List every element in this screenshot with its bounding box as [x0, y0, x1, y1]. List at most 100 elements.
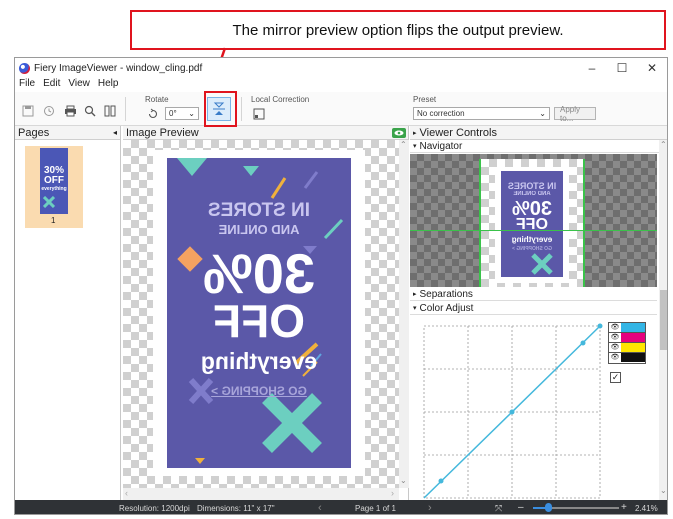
maximize-button[interactable]: ☐ — [607, 58, 637, 78]
menu-file[interactable]: File — [19, 78, 35, 92]
title-bar: Fiery ImageViewer - window_cling.pdf — [15, 58, 667, 78]
navigator-page: IN STORES AND ONLINE 30% OFF everything … — [495, 167, 569, 283]
navigator-viewport-frame: IN STORES AND ONLINE 30% OFF everything … — [479, 159, 585, 287]
minimize-button[interactable]: – — [577, 58, 607, 78]
close-button[interactable]: ✕ — [637, 58, 667, 78]
resolution-text: Resolution: 1200dpi — [119, 504, 190, 513]
channel-cyan[interactable]: 👁 — [609, 323, 645, 333]
image-preview-panel: Image Preview IN STORES AND ONLINE 30% O… — [123, 126, 409, 500]
rotate-icon[interactable] — [146, 107, 160, 121]
dimensions-text: Dimensions: 11" x 17" — [197, 504, 275, 513]
window-controls: – ☐ ✕ — [577, 58, 667, 78]
eye-icon: 👁 — [610, 334, 620, 341]
thumbnail-poster: 30% OFF everything — [40, 148, 68, 214]
poster-percent: 30% — [202, 242, 316, 305]
poster-everything: everything — [200, 348, 318, 374]
color-curve-graph[interactable] — [420, 322, 610, 502]
navigator-line1: IN STORES — [507, 181, 557, 191]
fit-to-window-icon[interactable]: ⤧ — [495, 503, 502, 514]
thumbnail-off: OFF — [44, 175, 64, 186]
mirrored-poster: IN STORES AND ONLINE 30% OFF everything … — [167, 158, 351, 468]
preview-horizontal-scrollbar[interactable]: ‹ › — [123, 488, 399, 500]
callout-text: The mirror preview option flips the outp… — [232, 21, 564, 39]
menu-help[interactable]: Help — [98, 78, 119, 92]
poster-line2: AND ONLINE — [218, 222, 300, 237]
eye-icon: 👁 — [610, 324, 620, 331]
navigator-title: Navigator — [419, 140, 463, 152]
navigator-view[interactable]: IN STORES AND ONLINE 30% OFF everything … — [410, 154, 657, 287]
preview-vertical-scrollbar[interactable]: ⌃ ⌄ — [399, 140, 409, 488]
viewer-controls-header[interactable]: ▸ Viewer Controls — [410, 126, 667, 140]
preset-select[interactable]: No correction ⌄ — [413, 107, 550, 120]
channel-checkbox[interactable]: ✓ — [610, 372, 621, 383]
thumbnail-page-number: 1 — [51, 216, 56, 225]
scroll-left-icon[interactable]: ‹ — [125, 488, 128, 498]
history-icon[interactable] — [42, 104, 56, 118]
callout-annotation: The mirror preview option flips the outp… — [130, 10, 666, 50]
toolbar-separator — [241, 97, 242, 121]
toolbar-separator — [125, 97, 126, 121]
navigator-shopping: GO SHOPPING > — [512, 246, 552, 252]
preset-label: Preset — [413, 95, 437, 104]
zoom-out-icon[interactable]: – — [518, 502, 524, 513]
zoom-slider-thumb[interactable] — [545, 503, 552, 512]
color-adjust-title: Color Adjust — [419, 302, 474, 314]
thumbnail-percent: 30% — [43, 165, 64, 176]
mirror-button-highlight — [204, 91, 237, 127]
eye-icon: 👁 — [610, 354, 620, 361]
preview-canvas[interactable]: IN STORES AND ONLINE 30% OFF everything … — [123, 140, 399, 488]
pages-panel-header: Pages ◂ — [15, 126, 120, 140]
save-icon[interactable] — [21, 104, 35, 118]
local-correction-icon[interactable] — [252, 107, 266, 121]
caret-down-icon: ▾ — [413, 143, 417, 150]
menu-bar: File Edit View Help — [15, 78, 667, 92]
fiery-app-icon — [19, 62, 30, 74]
print-icon[interactable] — [63, 104, 77, 118]
navigator-section-header[interactable]: ▾ Navigator — [410, 140, 667, 153]
chevron-down-icon: ⌄ — [539, 109, 546, 118]
separations-section-header[interactable]: ▸ Separations — [410, 288, 657, 301]
rotate-select[interactable]: 0° ⌄ — [165, 107, 199, 120]
image-preview-header: Image Preview — [123, 126, 408, 140]
expand-right-icon: ▸ — [413, 129, 417, 137]
caret-right-icon: ▸ — [413, 291, 417, 298]
navigator-x-shape — [531, 253, 553, 275]
rotate-value: 0° — [169, 109, 177, 118]
zoom-icon[interactable] — [83, 104, 97, 118]
collapse-left-icon[interactable]: ◂ — [113, 128, 117, 137]
page-thumbnail[interactable]: 30% OFF everything 1 — [25, 146, 83, 228]
eye-icon: 👁 — [610, 344, 620, 351]
scroll-up-icon[interactable]: ⌃ — [660, 140, 667, 149]
thumbnail-everything: everything — [41, 186, 67, 192]
scroll-down-icon[interactable]: ⌄ — [400, 476, 407, 485]
eye-icon[interactable] — [392, 127, 406, 138]
apply-to-button[interactable]: Apply to... — [554, 105, 596, 123]
channel-magenta[interactable]: 👁 — [609, 333, 645, 343]
zoom-in-icon[interactable]: + — [621, 502, 627, 513]
toolbar: Rotate 0° ⌄ Local Correction Preset No c… — [15, 92, 667, 126]
poster-shopping: GO SHOPPING > — [211, 384, 307, 398]
pages-panel: Pages ◂ 30% OFF everything 1 — [15, 126, 121, 500]
local-correction-label: Local Correction — [251, 95, 310, 104]
split-view-icon[interactable] — [103, 104, 117, 118]
viewer-scrollbar-thumb[interactable] — [660, 290, 667, 350]
zoom-level: 2.41% — [635, 504, 658, 513]
color-adjust-section-header[interactable]: ▾ Color Adjust — [410, 302, 657, 315]
pages-title: Pages — [18, 126, 50, 139]
chevron-down-icon: ⌄ — [188, 109, 195, 118]
viewer-scrollbar[interactable]: ⌃ ⌄ — [659, 140, 667, 500]
scroll-down-icon[interactable]: ⌄ — [660, 486, 667, 495]
window-title: Fiery ImageViewer - window_cling.pdf — [34, 62, 203, 74]
page-sheet: IN STORES AND ONLINE 30% OFF everything … — [153, 150, 365, 476]
zoom-slider[interactable] — [533, 503, 619, 512]
menu-edit[interactable]: Edit — [43, 78, 60, 92]
poster-line1: IN STORES — [207, 200, 311, 221]
menu-view[interactable]: View — [68, 78, 90, 92]
prev-page-icon[interactable]: ‹ — [318, 502, 322, 514]
next-page-icon[interactable]: › — [428, 502, 432, 514]
channel-black[interactable]: 👁 — [609, 353, 645, 362]
scroll-up-icon[interactable]: ⌃ — [400, 140, 407, 149]
channel-yellow[interactable]: 👁 — [609, 343, 645, 353]
scroll-right-icon[interactable]: › — [391, 488, 394, 498]
navigator-line2: AND ONLINE — [513, 191, 551, 197]
